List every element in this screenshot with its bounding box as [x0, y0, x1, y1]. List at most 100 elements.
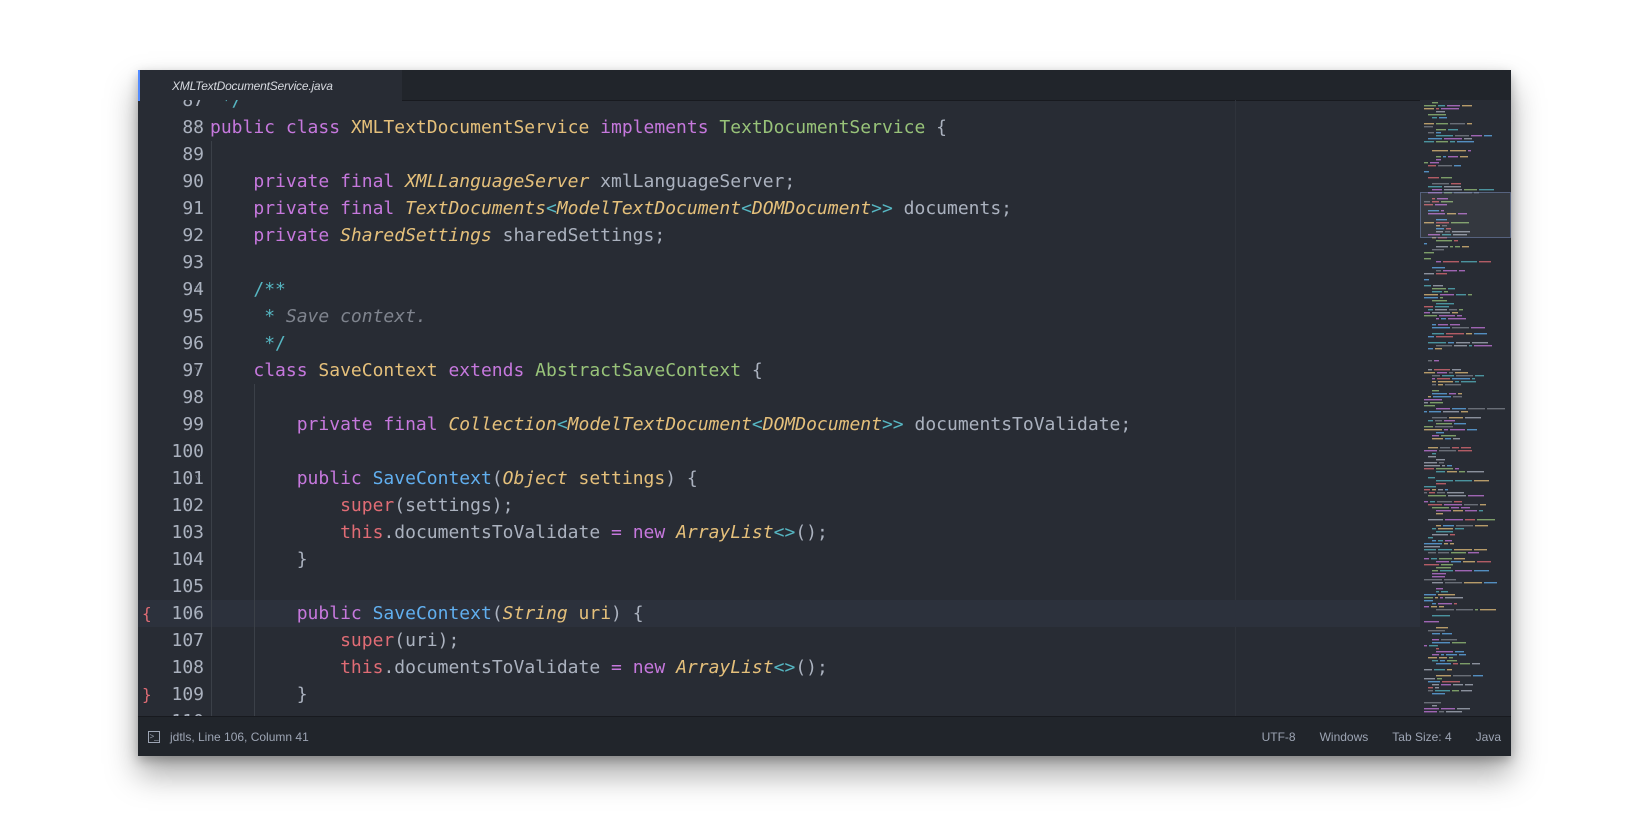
code-line[interactable]: 108 this.documentsToValidate = new ArrayL…	[138, 654, 1420, 681]
minimap-stroke	[1454, 501, 1462, 503]
status-encoding[interactable]: UTF-8	[1262, 730, 1296, 744]
minimap-stroke	[1445, 597, 1463, 599]
code-line[interactable]: 89	[138, 141, 1420, 168]
line-number[interactable]: 110	[138, 708, 204, 716]
tab-xmltextdocumentservice[interactable]: XMLTextDocumentService.java	[138, 70, 402, 101]
line-number[interactable]: 93	[138, 249, 204, 276]
line-number[interactable]: 98	[138, 384, 204, 411]
line-number[interactable]: 102	[138, 492, 204, 519]
code-line[interactable]: 101 ˅ public SaveContext(Object settings) …	[138, 465, 1420, 492]
status-language[interactable]: Java	[1476, 730, 1501, 744]
code-token: XMLTextDocumentService	[350, 117, 590, 138]
minimap[interactable]	[1420, 100, 1511, 716]
line-number[interactable]: 92	[138, 222, 204, 249]
minimap-stroke	[1432, 573, 1446, 575]
code-line[interactable]: 100	[138, 438, 1420, 465]
code-token: SaveContext	[372, 468, 492, 489]
minimap-stroke	[1432, 393, 1447, 395]
minimap-stroke	[1441, 564, 1453, 566]
code-line[interactable]: 94 ˅/**	[138, 276, 1420, 303]
chevron-down-icon[interactable]: ˅	[191, 465, 205, 492]
indent-guide	[211, 195, 212, 222]
code-line[interactable]: 87 */	[138, 100, 1420, 114]
line-number[interactable]: 96	[138, 330, 204, 357]
line-number[interactable]: 87	[138, 100, 204, 114]
code-line[interactable]: 110	[138, 708, 1420, 716]
code-editor[interactable]: 87 */88 ˅ public class XMLTextDocumentServ…	[138, 100, 1420, 716]
code-line[interactable]: 92 private SharedSettings sharedSettings;	[138, 222, 1420, 249]
minimap-stroke	[1429, 492, 1435, 494]
line-number[interactable]: 104	[138, 546, 204, 573]
minimap-stroke	[1428, 447, 1438, 449]
minimap-stroke	[1438, 549, 1452, 551]
code-line[interactable]: 95 * Save context.	[138, 303, 1420, 330]
minimap-stroke	[1424, 549, 1436, 551]
code-line[interactable]: 103 this.documentsToValidate = new ArrayL…	[138, 519, 1420, 546]
minimap-viewport[interactable]	[1420, 192, 1511, 238]
line-number[interactable]: 107	[138, 627, 204, 654]
minimap-stroke	[1439, 315, 1455, 317]
line-number[interactable]: 108	[138, 654, 204, 681]
indent-guide	[211, 438, 212, 465]
line-number[interactable]: 91	[138, 195, 204, 222]
minimap-stroke	[1436, 246, 1448, 248]
code-line[interactable]: 90 private final XMLLanguageServer xmlLan…	[138, 168, 1420, 195]
indent-guide	[211, 249, 212, 276]
line-number[interactable]: 90	[138, 168, 204, 195]
line-number[interactable]: 103	[138, 519, 204, 546]
minimap-stroke	[1424, 489, 1430, 491]
code-line[interactable]: 91 private final TextDocuments<ModelTextD…	[138, 195, 1420, 222]
line-number[interactable]: 105	[138, 573, 204, 600]
line-number[interactable]: 89	[138, 141, 204, 168]
minimap-stroke	[1424, 564, 1439, 566]
minimap-stroke	[1463, 561, 1475, 563]
code-line[interactable]: 98	[138, 384, 1420, 411]
status-cursor-position[interactable]: jdtls, Line 106, Column 41	[170, 730, 309, 744]
code-line[interactable]: 107 super(uri);	[138, 627, 1420, 654]
minimap-stroke	[1428, 495, 1446, 497]
code-line[interactable]: } 109}	[138, 681, 1420, 708]
minimap-stroke	[1454, 603, 1457, 605]
code-line[interactable]: 102 super(settings);	[138, 492, 1420, 519]
code-line[interactable]: 93	[138, 249, 1420, 276]
status-line-endings[interactable]: Windows	[1320, 730, 1369, 744]
terminal-icon[interactable]: >_	[148, 730, 160, 743]
line-number[interactable]: 100	[138, 438, 204, 465]
minimap-stroke	[1432, 660, 1438, 662]
code-token: */	[210, 100, 243, 111]
code-token: documentsToValidate	[394, 522, 612, 543]
minimap-stroke	[1444, 138, 1462, 140]
minimap-stroke	[1424, 450, 1437, 452]
minimap-stroke	[1444, 186, 1461, 188]
chevron-down-icon[interactable]: ˅	[191, 114, 205, 141]
chevron-down-icon[interactable]: ˅	[191, 600, 205, 627]
code-line[interactable]: 99 private final Collection<ModelTextDocu…	[138, 411, 1420, 438]
chevron-down-icon[interactable]: ˅	[191, 276, 205, 303]
code-token: final	[383, 414, 438, 435]
code-line[interactable]: 105	[138, 573, 1420, 600]
minimap-stroke	[1453, 663, 1458, 665]
indent-guide	[211, 411, 212, 438]
chevron-down-icon[interactable]: ˅	[191, 357, 205, 384]
line-number[interactable]: 95	[138, 303, 204, 330]
code-token: Collection	[448, 414, 557, 435]
line-number[interactable]: 109	[138, 681, 204, 708]
code-line[interactable]: {106 ˅ public SaveContext(String uri) {	[138, 600, 1420, 627]
minimap-stroke	[1442, 465, 1445, 467]
code-line[interactable]: 88 ˅ public class XMLTextDocumentService i…	[138, 114, 1420, 141]
code-line[interactable]: 104}	[138, 546, 1420, 573]
code-token: class	[285, 117, 341, 138]
code-token: {	[741, 360, 763, 381]
code-token: documentsToValidate	[394, 657, 612, 678]
tab-bar: XMLTextDocumentService.java	[138, 70, 1511, 101]
line-number[interactable]: 99	[138, 411, 204, 438]
minimap-stroke	[1453, 438, 1460, 440]
code-line[interactable]: 97 ˅ class SaveContext extends AbstractSav…	[138, 357, 1420, 384]
minimap-stroke	[1438, 105, 1445, 107]
status-tab-size[interactable]: Tab Size: 4	[1392, 730, 1451, 744]
code-line[interactable]: 96 */	[138, 330, 1420, 357]
minimap-stroke	[1438, 528, 1453, 530]
